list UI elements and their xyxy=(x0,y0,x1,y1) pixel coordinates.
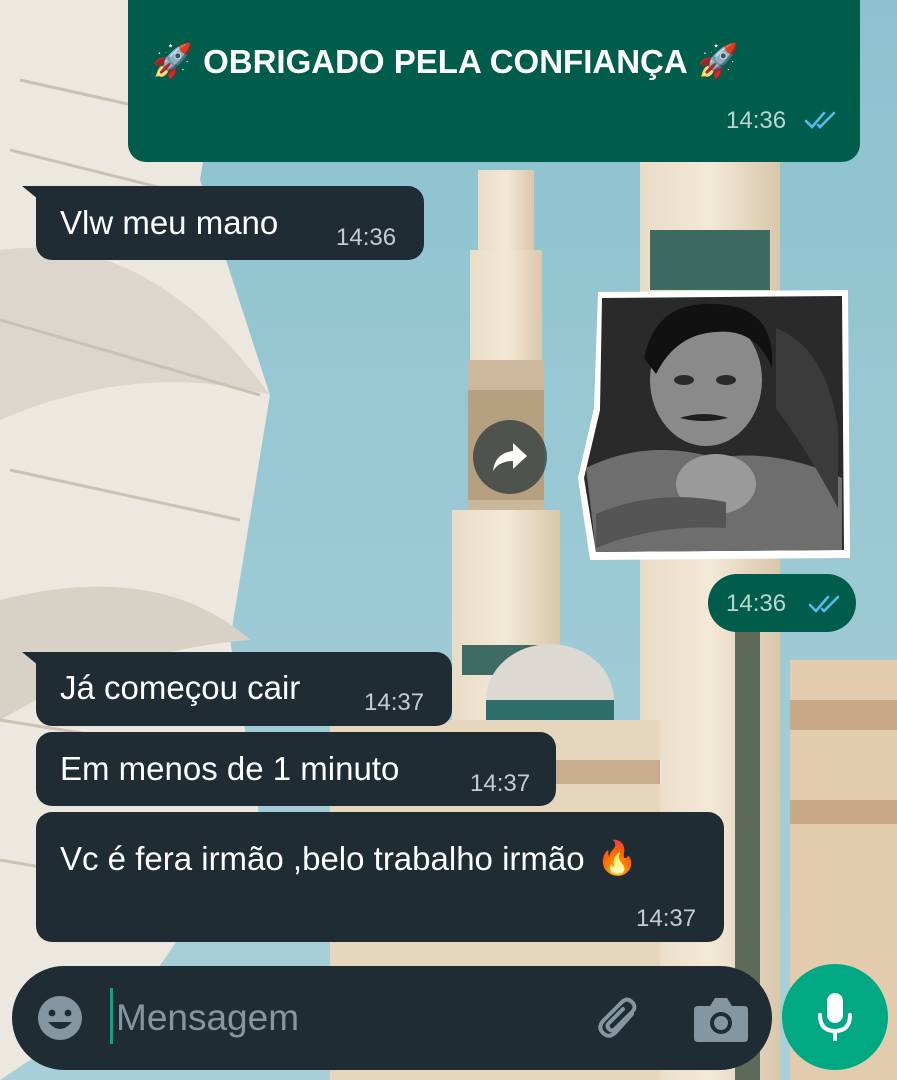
emoji-icon[interactable] xyxy=(36,994,84,1042)
message-time: 14:37 xyxy=(470,770,531,797)
message-bubble-incoming[interactable]: Em menos de 1 minuto 14:37 xyxy=(36,732,556,806)
bubble-tail xyxy=(22,652,44,670)
message-text: Já começou cair xyxy=(60,669,301,706)
message-time: 14:36 xyxy=(726,590,787,617)
message-bubble-outgoing[interactable]: 🚀 OBRIGADO PELA CONFIANÇA 🚀 14:36 xyxy=(128,0,860,162)
text-cursor xyxy=(110,988,113,1044)
sticker-image[interactable] xyxy=(576,288,852,570)
fire-emoji-icon: 🔥 xyxy=(596,839,638,876)
read-ticks-icon xyxy=(804,111,836,129)
message-text: Vc é fera irmão ,belo trabalho irmão 🔥 xyxy=(60,839,638,878)
message-composer xyxy=(12,966,772,1070)
sticker-time-pill: 14:36 xyxy=(708,574,856,632)
message-time: 14:36 xyxy=(726,107,787,134)
bubble-tail xyxy=(22,186,44,204)
message-bubble-incoming[interactable]: Vlw meu mano 14:36 xyxy=(22,186,424,260)
message-time: 14:37 xyxy=(364,689,425,716)
message-input[interactable] xyxy=(116,988,566,1048)
message-text-content: Vc é fera irmão ,belo trabalho irmão xyxy=(60,839,585,877)
voice-message-button[interactable] xyxy=(782,964,888,1070)
message-text-content: OBRIGADO PELA CONFIANÇA xyxy=(203,42,688,80)
message-text: 🚀 OBRIGADO PELA CONFIANÇA 🚀 xyxy=(152,42,739,81)
read-ticks-icon xyxy=(808,595,840,613)
message-time: 14:36 xyxy=(336,224,397,251)
forward-button[interactable] xyxy=(473,420,547,494)
message-bubble-incoming[interactable]: Vc é fera irmão ,belo trabalho irmão 🔥 1… xyxy=(36,812,724,942)
message-bubble-incoming[interactable]: Já começou cair 14:37 xyxy=(22,652,452,726)
mic-icon xyxy=(818,993,852,1041)
attach-icon[interactable] xyxy=(592,992,648,1048)
message-text: Em menos de 1 minuto xyxy=(60,750,400,787)
rocket-emoji-icon: 🚀 xyxy=(152,42,194,79)
rocket-emoji-icon: 🚀 xyxy=(697,42,739,79)
message-time: 14:37 xyxy=(636,905,697,932)
message-text: Vlw meu mano xyxy=(60,204,279,241)
forward-icon xyxy=(493,443,527,471)
camera-icon[interactable] xyxy=(692,994,750,1044)
